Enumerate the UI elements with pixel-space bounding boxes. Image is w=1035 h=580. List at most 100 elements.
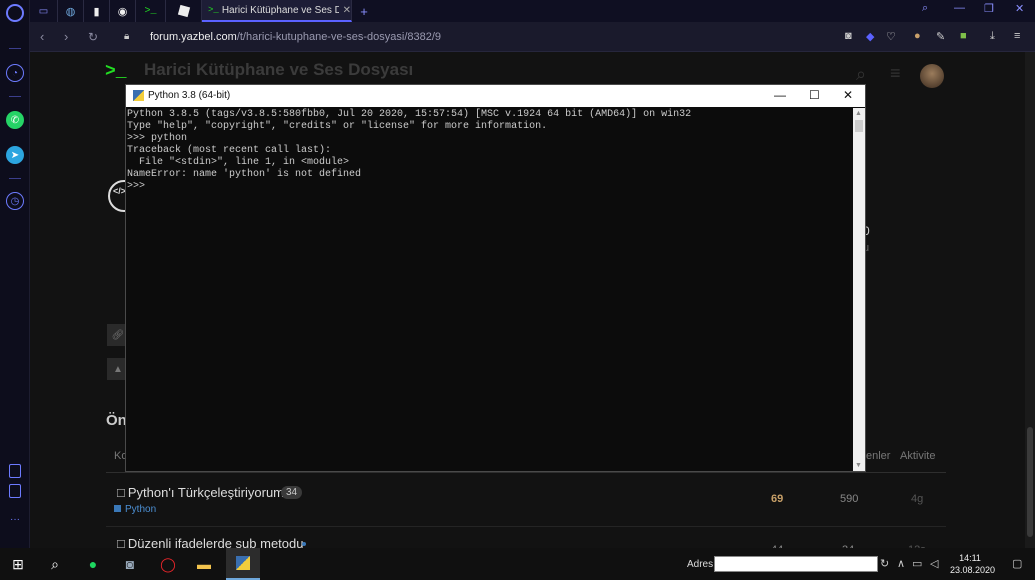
tab-bar: ▭ ◍ ▮ ◉ >_ >_ Harici Kütüphane ve Ses Do… [30, 0, 1035, 22]
views-column-header: enler [866, 450, 891, 462]
search-tabs-icon[interactable]: ⌕ [922, 2, 928, 15]
python-icon [236, 556, 250, 570]
tab-globe[interactable]: ◍ [58, 0, 84, 22]
browser-sidebar: ◔ ✆ ➤ ◷ ··· [0, 0, 30, 548]
opera-menu-icon[interactable] [6, 4, 24, 22]
page-scrollbar[interactable] [1025, 52, 1035, 548]
console-line: Type "help", "copyright", "credits" or "… [127, 121, 548, 132]
row-divider [106, 526, 946, 527]
chevron-up-icon[interactable]: ∧ [897, 557, 905, 570]
url-host: forum.yazbel.com [150, 31, 237, 43]
scroll-down-icon[interactable]: ▼ [855, 462, 862, 469]
table-row-title[interactable]: ☐ Python'ı Türkçeleştiriyorum [116, 485, 284, 500]
url-field[interactable]: forum.yazbel.com/t/harici-kutuphane-ve-s… [150, 31, 441, 43]
telegram-icon[interactable]: ➤ [6, 146, 24, 164]
post-count-badge: 34 [281, 486, 303, 499]
camera-app-icon[interactable]: ◙ [120, 554, 140, 574]
close-icon[interactable]: ✕ [343, 5, 351, 16]
activity-time[interactable]: 4g [911, 493, 923, 505]
heart-icon[interactable]: ♡ [886, 30, 896, 43]
game-controller-icon: ▭ [38, 5, 49, 17]
camera-icon[interactable]: ◙ [845, 30, 852, 42]
more-icon[interactable]: ··· [6, 510, 24, 528]
category-label: Python [125, 504, 157, 515]
address-toolbar-input[interactable] [714, 556, 878, 572]
windows-start-icon[interactable]: ⊞ [8, 554, 28, 574]
category-badge[interactable]: Python [114, 504, 156, 515]
address-toolbar-label: Adres [687, 559, 714, 570]
menu-icon[interactable]: ≡ [1014, 30, 1020, 42]
console-prompt[interactable]: >>> [127, 181, 853, 193]
url-path: /t/harici-kutuphane-ve-ses-dosyasi/8382/… [236, 31, 442, 43]
clock[interactable]: 14:11 23.08.2020 [950, 552, 995, 576]
close-icon[interactable]: ✕ [843, 88, 853, 102]
close-window-icon[interactable]: ✕ [1015, 2, 1024, 15]
console-line: Traceback (most recent call last): [127, 145, 332, 156]
table-divider [106, 472, 946, 473]
terminal-icon: >_ [208, 5, 219, 15]
spotify-icon[interactable]: ● [83, 554, 103, 574]
network-icon[interactable]: ▭ [912, 557, 922, 570]
activity-column-header: Aktivite [900, 450, 936, 462]
download-icon[interactable]: ⤓ [990, 30, 995, 43]
console-line: Python 3.8.5 (tags/v3.8.5:580fbb0, Jul 2… [127, 109, 692, 120]
go-icon[interactable]: ↻ [880, 557, 889, 570]
cookie-icon[interactable]: ● [914, 30, 921, 42]
new-topic-dot [302, 542, 306, 546]
table-row-title[interactable]: ☐ Düzenli ifadelerde sub metodu [116, 536, 303, 548]
user-avatar[interactable] [920, 64, 944, 88]
sidebar-toggle-icon[interactable] [9, 464, 21, 478]
workspace-icon[interactable] [9, 484, 21, 498]
extension-icon[interactable]: ■ [960, 30, 967, 42]
speed-dial-icon[interactable]: ◔ [6, 64, 24, 82]
minimize-icon[interactable]: — [774, 88, 786, 102]
scroll-up-icon[interactable]: ▲ [855, 110, 862, 117]
reload-icon[interactable]: ↻ [88, 30, 98, 44]
tab-terminal[interactable]: >_ [136, 0, 166, 22]
tab-document[interactable]: ▮ [84, 0, 110, 22]
volume-icon[interactable]: ◁ [930, 557, 938, 570]
tab-roblox[interactable] [166, 0, 202, 22]
window-title: Python 3.8 (64-bit) [148, 90, 231, 101]
topic-title[interactable]: Harici Kütüphane ve Ses Dosyası [144, 60, 413, 80]
file-explorer-icon[interactable]: ▬ [194, 554, 214, 574]
minimize-icon[interactable]: — [954, 2, 965, 14]
checkbox-icon: ☐ [116, 539, 126, 548]
python-taskbar-icon[interactable] [226, 548, 260, 580]
sidebar-divider [9, 178, 21, 179]
reply-count: 69 [771, 493, 784, 505]
whatsapp-icon[interactable]: ✆ [6, 111, 24, 129]
opera-icon[interactable]: ◯ [158, 554, 178, 574]
site-logo[interactable]: >_ [105, 62, 127, 82]
history-icon[interactable]: ◷ [6, 192, 24, 210]
row-title-text: Düzenli ifadelerde sub metodu [127, 536, 304, 548]
forward-icon[interactable]: › [64, 29, 68, 44]
roblox-icon [177, 4, 190, 18]
hamburger-icon[interactable]: ≡ [890, 63, 901, 84]
edit-icon[interactable]: ✎ [936, 30, 945, 43]
python-console-window[interactable]: Python 3.8 (64-bit) — ☐ ✕ Python 3.8.5 (… [125, 84, 866, 472]
tab-active[interactable]: >_ Harici Kütüphane ve Ses Do ✕ [202, 0, 352, 22]
maximize-icon[interactable]: ☐ [809, 88, 820, 102]
checkbox-icon: ☐ [116, 488, 126, 500]
terminal-icon: >_ [144, 5, 157, 17]
tab-github[interactable]: ◉ [110, 0, 136, 22]
plus-icon: + [360, 3, 368, 19]
maximize-icon[interactable]: ❐ [984, 2, 994, 15]
back-icon[interactable]: ‹ [40, 29, 44, 44]
console-scroll-thumb[interactable] [855, 120, 863, 132]
new-tab-button[interactable]: + [352, 0, 376, 22]
adblock-icon[interactable]: ◆ [866, 30, 874, 43]
tab-discord[interactable]: ▭ [30, 0, 58, 22]
page-scroll-thumb[interactable] [1027, 427, 1033, 537]
search-icon[interactable]: ⌕ [856, 64, 866, 85]
github-icon: ◉ [117, 5, 128, 18]
console-scrollbar[interactable]: ▲ ▼ [853, 108, 865, 471]
search-icon[interactable]: ⌕ [45, 554, 65, 574]
address-bar: ‹ › ↻ 🔒︎ forum.yazbel.com/t/harici-kutup… [30, 22, 1035, 52]
python-titlebar[interactable]: Python 3.8 (64-bit) — ☐ ✕ [126, 85, 865, 107]
windows-taskbar: ⊞ ⌕ ● ◙ ◯ ▬ Adres ↻ ∧ ▭ ◁ 14:11 23.08.202… [0, 548, 1035, 580]
notification-icon[interactable]: ▢ [1012, 557, 1022, 570]
tab-title: Harici Kütüphane ve Ses Do [221, 4, 339, 16]
console-output[interactable]: Python 3.8.5 (tags/v3.8.5:580fbb0, Jul 2… [126, 108, 853, 471]
